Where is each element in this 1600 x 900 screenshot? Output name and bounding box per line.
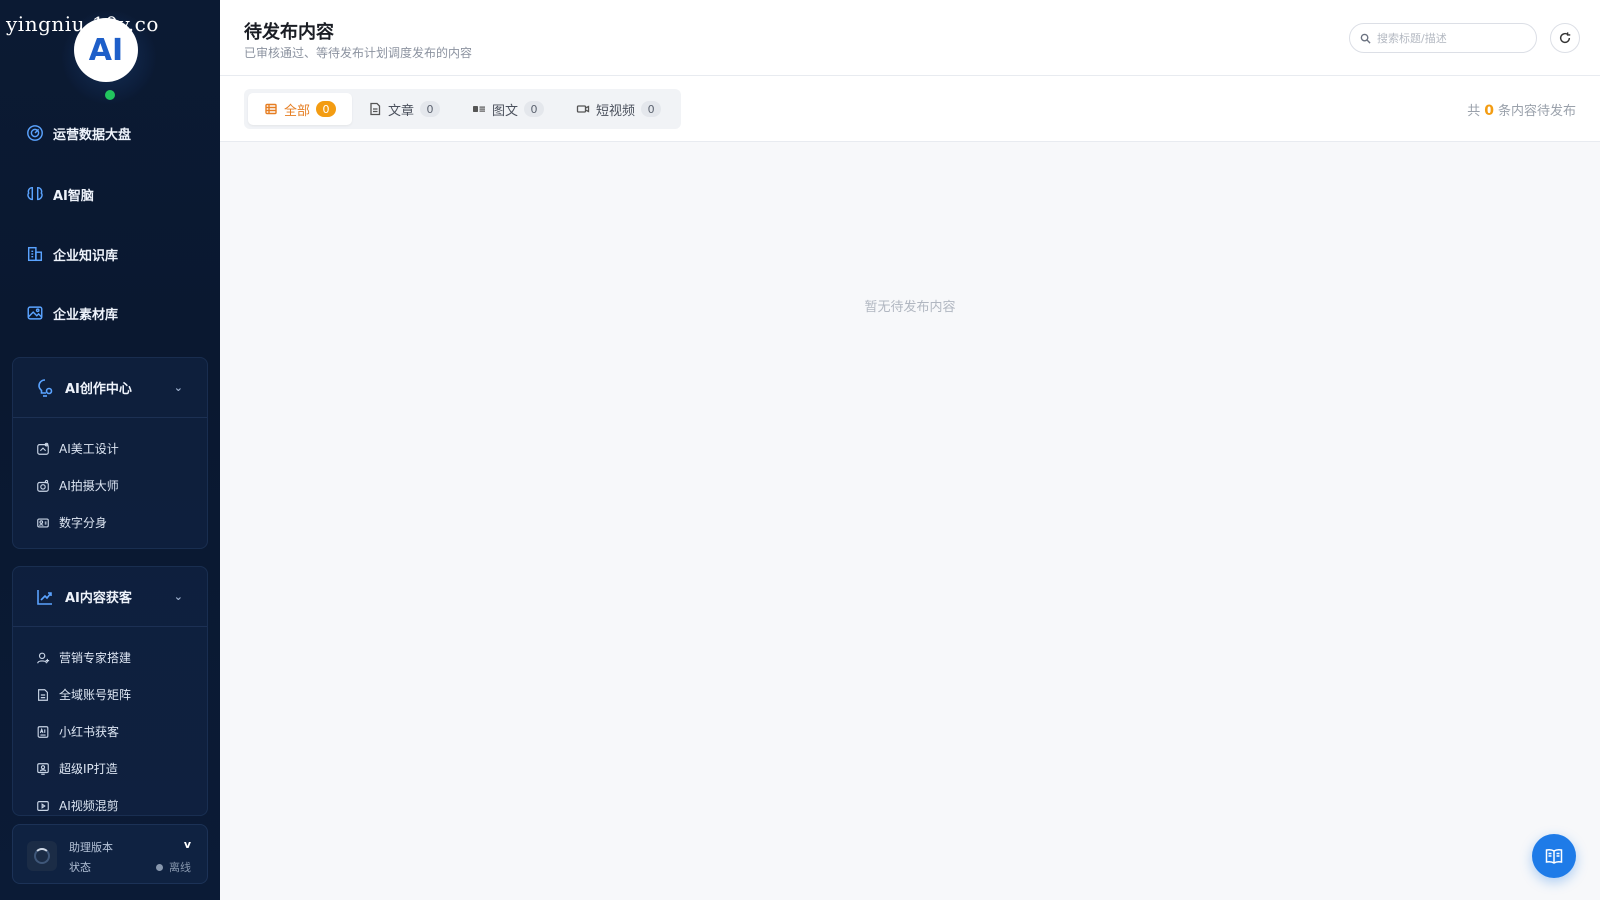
nav-item-ai-brain[interactable]: AI智脑 bbox=[26, 183, 94, 205]
tab-label: 全部 bbox=[284, 103, 311, 119]
nav-label: 企业素材库 bbox=[53, 307, 119, 323]
page-title: 待发布内容 bbox=[244, 22, 334, 43]
search-box[interactable] bbox=[1349, 23, 1537, 53]
sub-item-label: 数字分身 bbox=[59, 516, 108, 530]
camera-icon bbox=[37, 479, 49, 492]
nav-label: 企业知识库 bbox=[53, 248, 119, 264]
pending-total: 共 0 条内容待发布 bbox=[1467, 100, 1576, 119]
book-icon bbox=[1545, 849, 1563, 864]
nav-item-dashboard[interactable]: 运营数据大盘 bbox=[26, 122, 131, 144]
group-ai-content: AI内容获客 ⌄ 营销专家搭建 全域账号矩阵 小红书获客 超级IP打造 AI视频… bbox=[12, 566, 208, 816]
nav-item-knowledge-base[interactable]: 企业知识库 bbox=[26, 243, 118, 265]
group-ai-creation: AI创作中心 ⌄ AI美工设计 AI拍摄大师 数字分身 bbox=[12, 357, 208, 549]
main-content: 待发布内容 已审核通过、等待发布计划调度发布的内容 全部 0 文章 0 图文 bbox=[220, 0, 1600, 900]
sub-item-xiaohongshu[interactable]: 小红书获客 bbox=[13, 713, 207, 750]
tab-count-badge: 0 bbox=[316, 101, 337, 117]
nav-label: 运营数据大盘 bbox=[53, 127, 132, 143]
page-header: 待发布内容 已审核通过、等待发布计划调度发布的内容 bbox=[220, 0, 1600, 76]
sub-item-video-mix[interactable]: AI视频混剪 bbox=[13, 787, 207, 824]
tab-label: 文章 bbox=[388, 103, 415, 119]
video-edit-icon bbox=[37, 800, 49, 811]
sub-item-account-matrix[interactable]: 全域账号矩阵 bbox=[13, 676, 207, 713]
ai-doc-icon bbox=[37, 725, 49, 738]
sub-item-digital-avatar[interactable]: 数字分身 bbox=[13, 504, 207, 541]
trend-chart-icon bbox=[37, 589, 52, 605]
sub-item-label: 营销专家搭建 bbox=[59, 651, 132, 665]
empty-state-text: 暂无待发布内容 bbox=[864, 300, 956, 315]
sub-item-label: 小红书获客 bbox=[59, 725, 120, 739]
building-icon bbox=[27, 246, 43, 262]
tab-count-badge: 0 bbox=[524, 101, 545, 117]
sub-item-ai-photo[interactable]: AI拍摄大师 bbox=[13, 467, 207, 504]
search-icon bbox=[1360, 33, 1371, 44]
sub-item-label: AI视频混剪 bbox=[59, 799, 119, 813]
document-icon bbox=[38, 688, 48, 701]
total-prefix: 共 bbox=[1467, 104, 1481, 119]
nav-item-asset-library[interactable]: 企业素材库 bbox=[26, 302, 118, 324]
sub-item-super-ip[interactable]: 超级IP打造 bbox=[13, 750, 207, 787]
total-count: 0 bbox=[1484, 103, 1494, 119]
user-add-icon bbox=[37, 652, 50, 663]
lightbulb-gear-icon bbox=[38, 378, 53, 397]
image-icon bbox=[27, 306, 43, 320]
status-text: 离线 bbox=[169, 861, 191, 874]
help-docs-button[interactable] bbox=[1532, 834, 1576, 878]
total-suffix: 条内容待发布 bbox=[1497, 104, 1576, 119]
tab-all[interactable]: 全部 0 bbox=[248, 93, 353, 125]
palette-icon bbox=[37, 442, 49, 455]
monitor-user-icon bbox=[37, 762, 49, 775]
sub-item-label: AI拍摄大师 bbox=[59, 479, 119, 493]
content-type-tabs: 全部 0 文章 0 图文 0 短视频 0 bbox=[244, 89, 682, 129]
online-status-dot bbox=[105, 90, 115, 100]
refresh-button[interactable] bbox=[1550, 23, 1580, 53]
filter-tabbar: 全部 0 文章 0 图文 0 短视频 0 共 0 条内容待发布 bbox=[220, 76, 1600, 142]
tab-count-badge: 0 bbox=[420, 101, 441, 117]
group-title: AI内容获客 bbox=[65, 591, 132, 606]
status-value: 离线 bbox=[156, 859, 191, 875]
article-icon bbox=[370, 102, 381, 116]
version-value: v bbox=[183, 838, 191, 851]
id-card-icon bbox=[37, 517, 49, 528]
tab-label: 短视频 bbox=[596, 103, 636, 119]
sidebar: yingniu.10v.co AI 运营数据大盘 AI智脑 企业知识库 企业素材… bbox=[0, 0, 220, 900]
video-icon bbox=[576, 105, 590, 113]
sub-item-ai-design[interactable]: AI美工设计 bbox=[13, 430, 207, 467]
group-ai-content-header[interactable]: AI内容获客 ⌄ bbox=[13, 567, 207, 627]
sub-item-label: AI美工设计 bbox=[59, 442, 119, 456]
search-input[interactable] bbox=[1377, 31, 1527, 45]
status-label: 状态 bbox=[69, 861, 91, 874]
list-icon bbox=[265, 103, 277, 115]
brain-icon bbox=[27, 186, 43, 201]
tab-article[interactable]: 文章 0 bbox=[352, 93, 456, 125]
tab-label: 图文 bbox=[492, 103, 519, 119]
refresh-icon bbox=[1559, 32, 1571, 44]
group-title: AI创作中心 bbox=[65, 382, 132, 397]
tab-image-text[interactable]: 图文 0 bbox=[456, 93, 560, 125]
nav-label: AI智脑 bbox=[53, 188, 94, 204]
loading-spinner-icon bbox=[27, 841, 57, 871]
sub-item-label: 全域账号矩阵 bbox=[59, 688, 132, 702]
assistant-version-panel: 助理版本 v 状态 离线 bbox=[12, 824, 208, 884]
image-text-icon bbox=[473, 106, 486, 112]
version-label: 助理版本 bbox=[69, 841, 113, 854]
group-ai-creation-header[interactable]: AI创作中心 ⌄ bbox=[13, 358, 207, 418]
sub-item-marketing-expert[interactable]: 营销专家搭建 bbox=[13, 639, 207, 676]
chevron-down-icon: ⌄ bbox=[173, 590, 183, 603]
watermark: yingniu.10v.co bbox=[6, 12, 159, 36]
chevron-down-icon: ⌄ bbox=[173, 381, 183, 394]
tab-count-badge: 0 bbox=[641, 101, 662, 117]
page-subtitle: 已审核通过、等待发布计划调度发布的内容 bbox=[244, 46, 473, 60]
dashboard-icon bbox=[27, 125, 43, 141]
offline-dot-icon bbox=[156, 863, 163, 871]
tab-short-video[interactable]: 短视频 0 bbox=[560, 93, 677, 125]
sub-item-label: 超级IP打造 bbox=[59, 762, 118, 776]
